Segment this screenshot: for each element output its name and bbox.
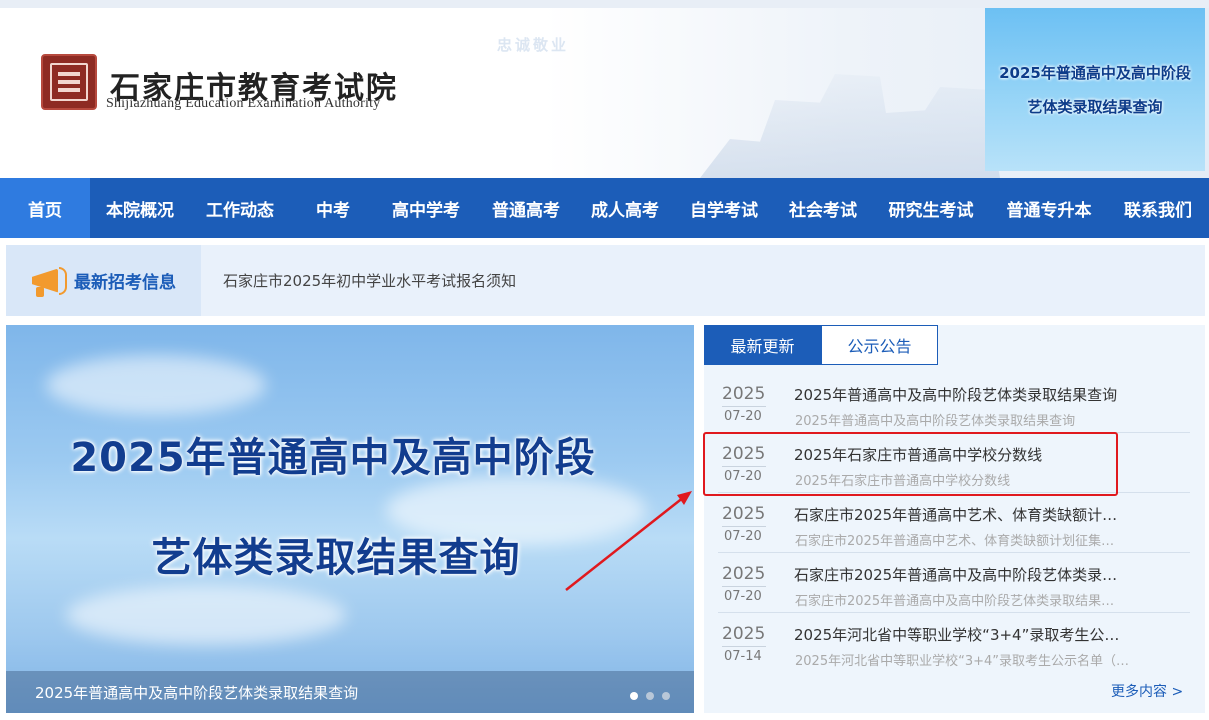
banner-caption[interactable]: 2025年普通高中及高中阶段艺体类录取结果查询 [35,682,358,703]
news-title[interactable]: 石家庄市2025年普通高中艺术、体育类缺额计… [794,504,1189,525]
news-title[interactable]: 2025年河北省中等职业学校“3+4”录取考生公… [794,624,1189,645]
megaphone-icon [26,261,67,301]
header-skyline-decoration [700,74,1000,178]
header-motto: 忠诚敬业 [497,36,570,54]
news-title[interactable]: 石家庄市2025年普通高中及高中阶段艺体类录… [794,564,1189,585]
logo-seal-icon[interactable] [41,54,97,110]
tab-latest-updates[interactable]: 最新更新 [704,325,821,365]
date-divider [722,646,766,647]
promo-line-1: 2025年普通高中及高中阶段 [999,63,1191,82]
news-year: 2025 [722,384,766,404]
banner-headline-2-text: 艺体类录取结果查询 [151,535,521,581]
news-title[interactable]: 2025年普通高中及高中阶段艺体类录取结果查询 [794,384,1189,405]
seal-mark [58,80,80,84]
news-subtitle: 2025年普通高中及高中阶段艺体类录取结果查询 [795,414,1076,429]
carousel-dot-2[interactable] [646,692,654,700]
tab-announcements[interactable]: 公示公告 [821,325,938,365]
news-date: 07-20 [724,529,762,544]
carousel-dot-3[interactable] [662,692,670,700]
nav-item-postgraduate-exam[interactable]: 研究生考试 [872,178,990,238]
news-year: 2025 [722,624,766,644]
news-year: 2025 [722,564,766,584]
news-subtitle: 石家庄市2025年普通高中及高中阶段艺体类录取结果… [795,594,1115,609]
nav-item-home[interactable]: 首页 [0,178,90,238]
notice-label-text: 最新招考信息 [74,273,176,293]
news-subtitle: 石家庄市2025年普通高中艺术、体育类缺额计划征集… [795,534,1115,549]
news-subtitle: 2025年石家庄市普通高中学校分数线 [795,474,1011,489]
list-item[interactable]: 2025 07-14 2025年河北省中等职业学校“3+4”录取考生公… 202… [718,613,1190,673]
cloud-decoration [46,355,266,415]
cloud-decoration [66,585,346,645]
promo-line-2: 艺体类录取结果查询 [1027,97,1163,116]
list-item[interactable]: 2025 07-20 石家庄市2025年普通高中及高中阶段艺体类录… 石家庄市2… [718,553,1190,613]
carousel-dot-1[interactable] [630,692,638,700]
banner-headline-1: 2025年普通高中及高中阶段 [6,425,694,483]
news-date: 07-14 [724,649,762,664]
banner-headline-1-text: 2025年普通高中及高中阶段 [70,435,596,481]
more-content-link[interactable]: 更多内容 > [1111,681,1183,701]
news-year: 2025 [722,504,766,524]
news-subtitle: 2025年河北省中等职业学校“3+4”录取考生公示名单（… [795,654,1129,669]
list-item[interactable]: 2025 07-20 2025年普通高中及高中阶段艺体类录取结果查询 2025年… [718,373,1190,433]
news-tabs: 最新更新 公示公告 [704,325,938,365]
nav-item-high-school-exam[interactable]: 高中学考 [376,178,476,238]
news-list: 2025 07-20 2025年普通高中及高中阶段艺体类录取结果查询 2025年… [718,373,1190,673]
banner-headline-2: 艺体类录取结果查询 [6,525,694,583]
nav-item-contact[interactable]: 联系我们 [1108,178,1208,238]
date-divider [722,526,766,527]
news-panel: 最新更新 公示公告 2025 07-20 2025年普通高中及高中阶段艺体类录取… [704,325,1205,713]
list-item[interactable]: 2025 07-20 石家庄市2025年普通高中艺术、体育类缺额计… 石家庄市2… [718,493,1190,553]
logo-title-en: Shijiazhuang Education Examination Autho… [106,96,381,111]
nav-item-gaokao[interactable]: 普通高考 [476,178,576,238]
nav-item-social-exam[interactable]: 社会考试 [774,178,872,238]
news-year: 2025 [722,444,766,464]
notice-link[interactable]: 石家庄市2025年初中学业水平考试报名须知 [223,245,516,316]
news-date: 07-20 [724,469,762,484]
carousel-dots [630,692,670,700]
notice-bar: 最新招考信息 石家庄市2025年初中学业水平考试报名须知 [6,245,1205,316]
nav-item-self-study-exam[interactable]: 自学考试 [674,178,774,238]
nav-item-upgrade-exam[interactable]: 普通专升本 [990,178,1108,238]
date-divider [722,586,766,587]
nav-item-news[interactable]: 工作动态 [190,178,290,238]
promo-banner-link[interactable]: 2025年普通高中及高中阶段 艺体类录取结果查询 [985,8,1205,171]
megaphone-handle [36,286,44,297]
main-nav: 首页 本院概况 工作动态 中考 高中学考 普通高考 成人高考 自学考试 社会考试… [0,178,1209,238]
arrow-head [677,491,692,505]
megaphone-wave [59,266,67,295]
news-title[interactable]: 2025年石家庄市普通高中学校分数线 [794,444,1189,465]
nav-item-zhongkao[interactable]: 中考 [290,178,376,238]
news-date: 07-20 [724,589,762,604]
list-item[interactable]: 2025 07-20 2025年石家庄市普通高中学校分数线 2025年石家庄市普… [718,433,1190,493]
site-header: 忠诚敬业 石家庄市教育考试院 Shijiazhuang Education Ex… [0,8,1209,178]
carousel-banner[interactable]: 2025年普通高中及高中阶段 艺体类录取结果查询 2025年普通高中及高中阶段艺… [6,325,694,713]
top-strip [0,0,1209,8]
date-divider [722,466,766,467]
nav-item-about[interactable]: 本院概况 [90,178,190,238]
nav-item-adult-exam[interactable]: 成人高考 [576,178,674,238]
date-divider [722,406,766,407]
news-date: 07-20 [724,409,762,424]
notice-label: 最新招考信息 [6,245,201,316]
seal-inner [50,63,88,101]
banner-caption-bar: 2025年普通高中及高中阶段艺体类录取结果查询 [6,671,694,713]
